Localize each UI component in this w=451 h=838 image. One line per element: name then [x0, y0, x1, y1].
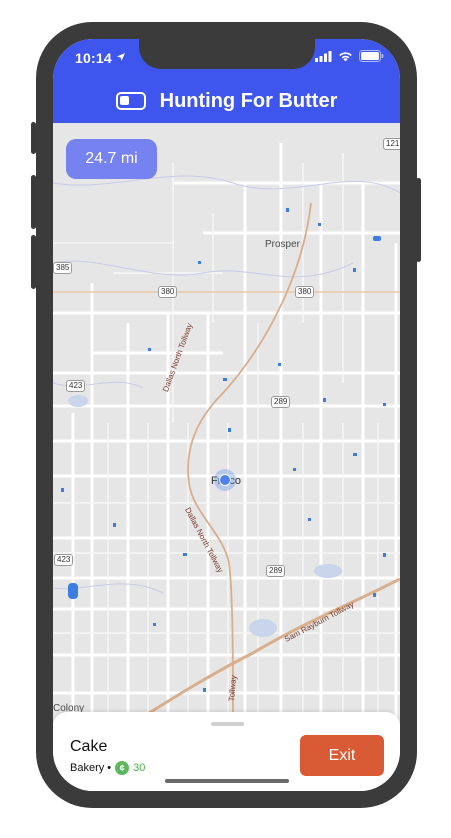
toggle-icon[interactable]	[115, 92, 146, 110]
coin-icon: ¢	[115, 761, 130, 775]
shield-380-b: 380	[295, 286, 315, 298]
current-location-marker	[214, 469, 236, 491]
shield-289-a: 289	[271, 396, 291, 408]
shield-423-b: 423	[54, 554, 74, 566]
shield-380-a: 380	[158, 286, 178, 298]
wifi-icon	[339, 51, 352, 61]
sheet-grabber[interactable]	[211, 722, 244, 726]
place-name: Cake	[70, 738, 108, 755]
shield-385: 385	[53, 262, 73, 274]
shield-289-b: 289	[266, 565, 286, 577]
app-title: Hunting For Butter	[159, 89, 338, 112]
status-time: 10:14	[75, 50, 112, 66]
place-category: Bakery •	[70, 762, 112, 774]
place-meta: Bakery • ¢ 30	[70, 761, 145, 775]
map-label-prosper: Prosper	[265, 239, 301, 250]
place-points: 30	[133, 762, 146, 774]
shield-423-a: 423	[66, 380, 86, 392]
location-arrow-icon	[117, 53, 125, 61]
exit-button[interactable]: Exit	[300, 735, 384, 776]
phone-frame: 10:14 Hunting For Butter 24.7 mi Prosper…	[36, 22, 417, 808]
map-roads	[53, 143, 400, 723]
phone-screen: 10:14 Hunting For Butter 24.7 mi Prosper…	[53, 39, 400, 791]
map-view[interactable]: 24.7 mi Prosper 380 380 289 289 423 423 …	[53, 123, 400, 723]
signal-icon	[315, 50, 332, 62]
status-icons	[315, 50, 384, 62]
distance-badge: 24.7 mi	[66, 139, 157, 179]
battery-icon	[359, 50, 384, 62]
home-indicator	[165, 779, 289, 783]
device-notch	[139, 39, 315, 69]
shield-121: 121	[383, 138, 400, 150]
app-header: 10:14 Hunting For Butter	[53, 39, 400, 123]
app-stage: 10:14 Hunting For Butter 24.7 mi Prosper…	[0, 0, 451, 838]
title-row: Hunting For Butter	[53, 83, 400, 119]
